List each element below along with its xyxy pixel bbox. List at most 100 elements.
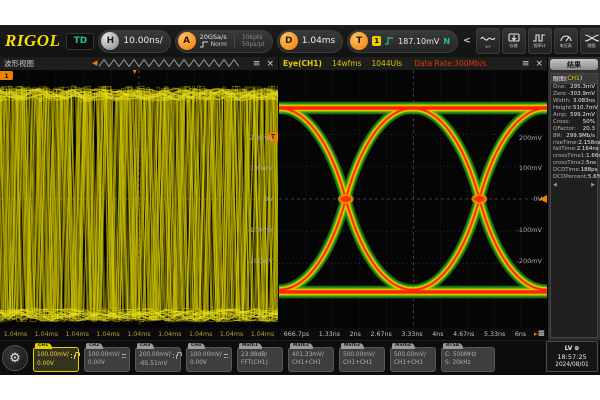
- wave-y-label: 100mV: [250, 164, 273, 172]
- measurement-row: Width:3.083ns: [551, 98, 597, 105]
- toolbar: XY 存储 频率计 电压表 眼图: [476, 28, 600, 54]
- trigger-control[interactable]: T 1 187.10mV N: [347, 30, 458, 53]
- eye-axis-menu-button[interactable]: ▸ ≡: [534, 328, 545, 340]
- tool-counter-button[interactable]: 频率计: [528, 28, 552, 54]
- edge-icon: [200, 41, 209, 48]
- waveform-view-titlebar: 波形视图 ◀ ≡ ×: [0, 57, 278, 70]
- results-panel: 眼图(CH1) One:295.3mV Zero:-303.9mV Width:…: [550, 73, 598, 338]
- measurement-row: Amp:599.2mV: [551, 112, 597, 119]
- gear-icon[interactable]: ⚙: [2, 345, 28, 371]
- tool-eye-diagram-button[interactable]: 眼图: [580, 28, 600, 54]
- results-tab-eye-ch1[interactable]: 眼图(CH1): [551, 74, 597, 84]
- waveform-view-window: 波形视图 ◀ ≡ × 1 ▼ T 200mV 100mV: [0, 57, 278, 340]
- results-sidebar: 结果 眼图(CH1) One:295.3mV Zero:-303.9mV Wid…: [547, 57, 600, 340]
- memory-depth: 10kpts: [242, 34, 265, 41]
- channel1-marker[interactable]: 1: [0, 71, 13, 80]
- math1-box[interactable]: Math1 23.98dB/ FFT(CH1): [237, 347, 283, 372]
- trigger-edge-icon: [385, 37, 394, 45]
- strip-back-icon[interactable]: ◀: [92, 59, 97, 67]
- segment-time-labels: 1.04ms 1.04ms 1.04ms 1.04ms 1.04ms 1.04m…: [0, 328, 278, 340]
- delay-knob[interactable]: D: [280, 32, 298, 50]
- trigger-source-badge: 1: [372, 36, 381, 46]
- eye-title: Eye(CH1): [283, 59, 322, 68]
- eye-time-axis-labels: 666.7ps 1.33ns 2ns 2.67ns 3.33ns 4ns 4.6…: [279, 328, 547, 340]
- wave-y-label: -100mV: [247, 226, 273, 234]
- eye-diagram-window: Eye(CH1) 14wfms 1044UIs Data Rate:300Mb/…: [278, 57, 547, 340]
- math2-box[interactable]: Math2 401.33mV/ CH1+CH1: [288, 347, 334, 372]
- sample-resolution: 50ps/pt: [242, 41, 265, 48]
- measurement-row: crossTime1:1.66ns: [551, 153, 597, 160]
- waveform-view-title: 波形视图: [4, 58, 34, 69]
- eye-trace: [279, 70, 547, 328]
- acquisition-control[interactable]: A 20GSa/s Norm 10kpts 50ps/pt: [175, 30, 273, 53]
- rtsa-box[interactable]: RTSA C: 500MHz S: 20kHz: [441, 347, 495, 372]
- eye-menu-icon[interactable]: ≡: [522, 59, 530, 69]
- measurement-row: One:295.3mV: [551, 84, 597, 91]
- math3-box[interactable]: Math3 500.00mV/ CH1+CH1: [339, 347, 385, 372]
- waveform-close-icon[interactable]: ×: [266, 59, 274, 69]
- measurement-row: DCDPercent:5.6%: [551, 174, 597, 181]
- horizontal-scale-value: 10.00ns/: [123, 36, 162, 46]
- tool-voltmeter-button[interactable]: 电压表: [554, 28, 578, 54]
- toolbar-scroll-left-icon[interactable]: <: [462, 36, 472, 46]
- dc-coupling-icon: [71, 354, 72, 358]
- results-scroll-right-icon[interactable]: ▶: [591, 182, 595, 188]
- horizontal-knob[interactable]: H: [101, 32, 119, 50]
- dc-coupling-icon: [224, 354, 228, 358]
- channel-box-ch1[interactable]: CH1 100.00mV/ 0.00V: [33, 347, 79, 372]
- eye-titlebar: Eye(CH1) 14wfms 1044UIs Data Rate:300Mb/…: [279, 57, 547, 70]
- channel-box-ch3[interactable]: CH3 200.00mV/ -65.51mV: [135, 347, 181, 372]
- sample-rate: 20GSa/s: [200, 34, 227, 42]
- dc-coupling-icon: [122, 354, 126, 358]
- measurement-row: riseTime:2.158ns: [551, 139, 597, 146]
- waveform-overview-strip[interactable]: ◀: [92, 58, 239, 68]
- screenshot-root: RIGOL TD H 10.00ns/ A 20GSa/s Norm 10kpt…: [0, 0, 600, 400]
- trigger-knob[interactable]: T: [350, 32, 368, 50]
- delay-control[interactable]: D 1.04ms: [277, 30, 344, 53]
- frequency-counter-icon: [532, 33, 548, 42]
- wave-y-label: 0V: [264, 195, 273, 203]
- measurement-row: DCDTime:188ps: [551, 167, 597, 174]
- measurement-row: Zero:-303.9mV: [551, 91, 597, 98]
- eye-diagram-icon: [584, 33, 600, 42]
- channel-box-ch2[interactable]: CH2 100.00mV/ 0.00V: [84, 347, 130, 372]
- trigger-position-icon: ▼: [132, 70, 137, 75]
- eye-y-label: 100mV: [519, 164, 542, 172]
- power-icon: ⊕: [574, 345, 579, 352]
- eye-y-label: -200mV: [516, 257, 542, 265]
- axis-menu-lines-icon: ≡: [537, 329, 545, 339]
- clock-date: 2024/08/01: [555, 362, 588, 368]
- acquire-mode: Norm: [211, 41, 227, 48]
- trigger-level-value: 187.10mV: [398, 37, 439, 46]
- measurement-row: Height:510.7mV: [551, 105, 597, 112]
- results-header-button[interactable]: 结果: [550, 59, 598, 70]
- waveform-graticule: 1 ▼ T 200mV 100mV 0V -100mV -200mV: [0, 70, 278, 328]
- dc-coupling-icon: [173, 354, 174, 358]
- strip-thumbnail: [99, 58, 239, 68]
- wave-y-label: 200mV: [250, 134, 273, 142]
- math4-box[interactable]: Math4 500.00mV/ CH1+CH1: [390, 347, 436, 372]
- bottom-bar: ⚙ CH1 100.00mV/ 0.00V CH2 100.00mV/ 0.00…: [0, 340, 600, 375]
- delay-value: 1.04ms: [302, 36, 336, 46]
- main-area: 波形视图 ◀ ≡ × 1 ▼ T 200mV 100mV: [0, 57, 600, 340]
- measurement-row: BR:299.9Mb/s: [551, 132, 597, 139]
- xy-icon: [480, 34, 496, 43]
- tool-storage-button[interactable]: 存储: [502, 28, 526, 54]
- trigger-mode-badge: TD: [66, 33, 94, 50]
- measurement-row: Cross:50%: [551, 118, 597, 125]
- eye-data-rate: Data Rate:300Mb/s: [414, 59, 486, 68]
- status-indicator: LV: [565, 345, 573, 352]
- measurement-row: crossTime2:5ns: [551, 160, 597, 167]
- clock-box[interactable]: LV⊕ 18:57:25 2024/08/01: [546, 341, 598, 372]
- lock-icon: [74, 355, 75, 359]
- storage-icon: [506, 33, 522, 42]
- channel-box-ch4[interactable]: CH4 100.00mV/ 0.00V: [186, 347, 232, 372]
- results-scroll-left-icon[interactable]: ◀: [553, 182, 557, 188]
- tool-xy-button[interactable]: XY: [476, 28, 500, 54]
- eye-close-icon[interactable]: ×: [535, 59, 543, 69]
- acquisition-knob[interactable]: A: [178, 32, 196, 50]
- waveform-menu-icon[interactable]: ≡: [253, 59, 261, 69]
- horizontal-scale-control[interactable]: H 10.00ns/: [98, 30, 170, 53]
- rigol-logo: RIGOL: [3, 31, 62, 51]
- eye-ui-count: 1044UIs: [372, 59, 403, 68]
